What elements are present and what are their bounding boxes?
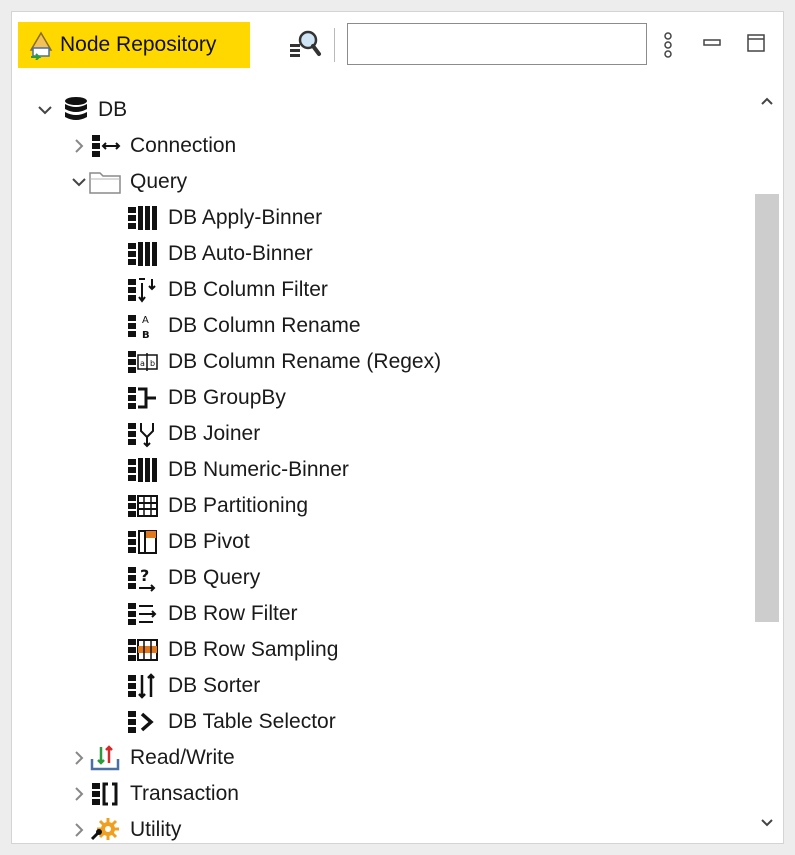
tree-node-db-pivot[interactable]: DB Pivot [126, 524, 250, 560]
partitioning-icon [128, 495, 158, 517]
tree-node-db-partitioning[interactable]: DB Partitioning [126, 488, 308, 524]
joiner-icon [128, 423, 154, 448]
connection-icon [92, 135, 121, 157]
folder-icon [89, 172, 121, 194]
tree-node-utility[interactable]: Utility [70, 812, 181, 848]
sorter-icon [128, 673, 155, 699]
tree-label: DB Sorter [168, 674, 261, 697]
column-rename-regex-icon: a b [128, 351, 158, 373]
binner-icon [128, 206, 157, 230]
svg-text:?: ? [140, 566, 149, 585]
transaction-icon [92, 782, 118, 806]
tree-node-db-column-rename-regex[interactable]: a b DB Column Rename (Regex) [126, 344, 441, 380]
search-input[interactable] [347, 23, 647, 65]
column-filter-icon [128, 278, 156, 303]
groupby-icon [128, 387, 156, 409]
tree-node-db-groupby[interactable]: DB GroupBy [126, 380, 286, 416]
scroll-up-arrow-icon[interactable] [752, 88, 782, 114]
scroll-down-arrow-icon[interactable] [752, 810, 782, 836]
chevron-down-icon[interactable] [36, 101, 54, 119]
tree-label: DB Table Selector [168, 710, 336, 733]
tree-label: DB Joiner [168, 422, 261, 445]
node-repository-tab[interactable]: Node Repository [18, 22, 250, 68]
tree-label: Read/Write [130, 746, 235, 769]
row-sampling-icon [128, 639, 158, 661]
query-icon: ? [128, 566, 156, 592]
column-rename-icon: A B [128, 315, 150, 341]
pivot-icon [128, 530, 157, 554]
binner-icon [128, 458, 157, 482]
tree-node-db-query[interactable]: ? DB Query [126, 560, 260, 596]
chevron-right-icon[interactable] [70, 785, 88, 803]
row-filter-icon [128, 603, 157, 625]
binner-icon [128, 242, 157, 266]
search-nodes-icon[interactable] [286, 28, 322, 62]
tree-label: Transaction [130, 782, 239, 805]
tree-node-db-joiner[interactable]: DB Joiner [126, 416, 260, 452]
tree-node-db[interactable]: DB [36, 92, 127, 128]
tree-label: Connection [130, 134, 237, 157]
tree-label: DB Apply-Binner [168, 206, 323, 229]
tree-label: DB Row Filter [168, 602, 298, 625]
tree-label: DB [98, 98, 128, 121]
tree-label: DB GroupBy [168, 386, 286, 409]
panel-toolbar: Node Repository [12, 12, 783, 76]
chevron-down-icon[interactable] [70, 173, 88, 191]
tree-label: DB Column Filter [168, 278, 328, 301]
tree-label: Utility [130, 818, 182, 841]
minimize-icon[interactable] [699, 28, 725, 58]
tree-label: DB Query [168, 566, 261, 589]
tree-label: DB Pivot [168, 530, 250, 553]
toolbar-separator [334, 28, 335, 62]
svg-text:b: b [150, 359, 155, 368]
tree-label: DB Row Sampling [168, 638, 339, 661]
tree-label: DB Partitioning [168, 494, 309, 517]
read-write-icon [90, 745, 120, 771]
chevron-right-icon[interactable] [70, 137, 88, 155]
tree-label: DB Numeric-Binner [168, 458, 349, 481]
node-tree: DB Connection Query DB Apply-Binner DB A… [12, 82, 752, 842]
utility-gear-icon [90, 818, 119, 841]
chevron-right-icon[interactable] [70, 821, 88, 839]
tree-node-db-numeric-binner[interactable]: DB Numeric-Binner [126, 452, 349, 488]
scrollbar-thumb[interactable] [755, 194, 779, 622]
tree-node-read-write[interactable]: Read/Write [70, 740, 235, 776]
svg-text:B: B [142, 330, 150, 341]
tree-node-db-column-rename[interactable]: A B DB Column Rename [126, 308, 361, 344]
view-menu-icon[interactable] [661, 28, 675, 62]
svg-text:a: a [140, 359, 145, 368]
tree-node-db-column-filter[interactable]: DB Column Filter [126, 272, 328, 308]
svg-text:A: A [142, 315, 149, 326]
tree-label: DB Auto-Binner [168, 242, 313, 265]
tree-node-db-row-sampling[interactable]: DB Row Sampling [126, 632, 338, 668]
tree-node-connection[interactable]: Connection [70, 128, 236, 164]
tree-node-db-sorter[interactable]: DB Sorter [126, 668, 260, 704]
tree-node-db-table-selector[interactable]: DB Table Selector [126, 704, 336, 740]
tree-label: Query [130, 170, 188, 193]
vertical-scrollbar[interactable] [752, 82, 782, 842]
node-repository-panel: Node Repository DB Connection Query DB A… [11, 11, 784, 844]
tree-node-db-apply-binner[interactable]: DB Apply-Binner [126, 200, 322, 236]
tree-label: DB Column Rename [168, 314, 361, 337]
table-selector-icon [128, 711, 154, 733]
node-repository-icon [29, 31, 53, 60]
chevron-right-icon[interactable] [70, 749, 88, 767]
database-icon [65, 97, 87, 120]
maximize-icon[interactable] [743, 28, 769, 58]
tree-node-transaction[interactable]: Transaction [70, 776, 239, 812]
tree-label: DB Column Rename (Regex) [168, 350, 442, 373]
tree-node-query[interactable]: Query [70, 164, 187, 200]
tab-title: Node Repository [60, 33, 217, 56]
tree-node-db-auto-binner[interactable]: DB Auto-Binner [126, 236, 313, 272]
tree-node-db-row-filter[interactable]: DB Row Filter [126, 596, 298, 632]
